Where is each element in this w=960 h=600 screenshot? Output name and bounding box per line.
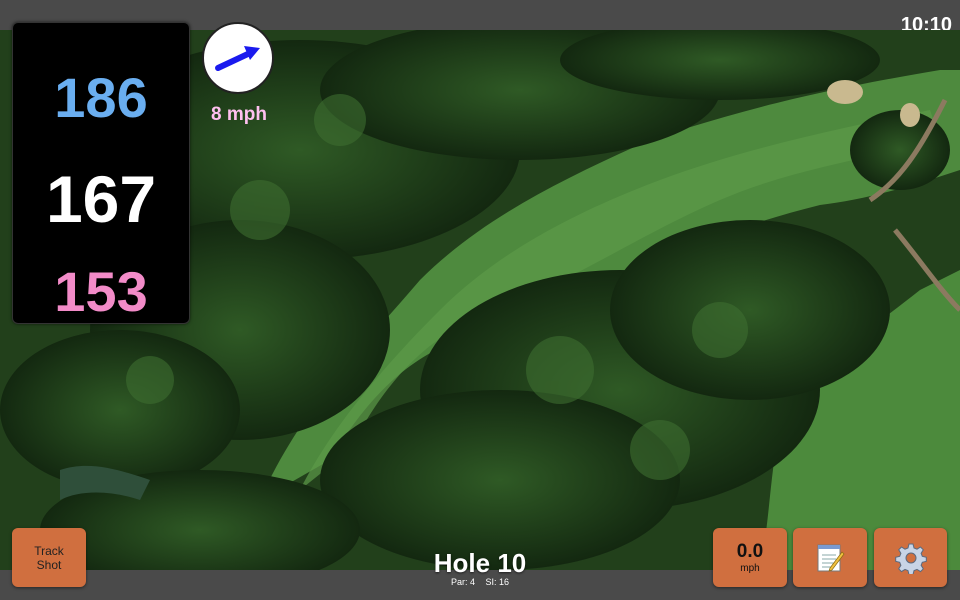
wind-indicator[interactable] (202, 22, 274, 94)
hole-stroke-index: SI: 16 (485, 577, 510, 587)
hole-info: Par: 4 SI: 16 (380, 577, 580, 587)
wind-direction-arrow-icon (215, 46, 260, 71)
gear-icon (894, 543, 927, 574)
notes-button[interactable] (793, 528, 867, 587)
wind-speed-label: 8 mph (211, 104, 267, 125)
speed-value: 0.0 (736, 541, 764, 562)
distance-front: 153 (54, 260, 148, 323)
speed-unit: mph (740, 563, 760, 574)
distance-back: 186 (54, 66, 148, 129)
speed-button[interactable]: 0.0 mph (713, 528, 787, 587)
settings-button[interactable] (874, 528, 947, 587)
hole-par: Par: 4 (450, 577, 475, 587)
hole-title: Hole 10 (433, 548, 527, 578)
notepad-icon (817, 544, 845, 572)
distance-middle: 167 (45, 162, 157, 236)
track-shot-button[interactable]: Track Shot (12, 528, 86, 587)
distance-panel: 186 167 153 (12, 22, 190, 324)
track-shot-label: Track Shot (34, 543, 64, 572)
